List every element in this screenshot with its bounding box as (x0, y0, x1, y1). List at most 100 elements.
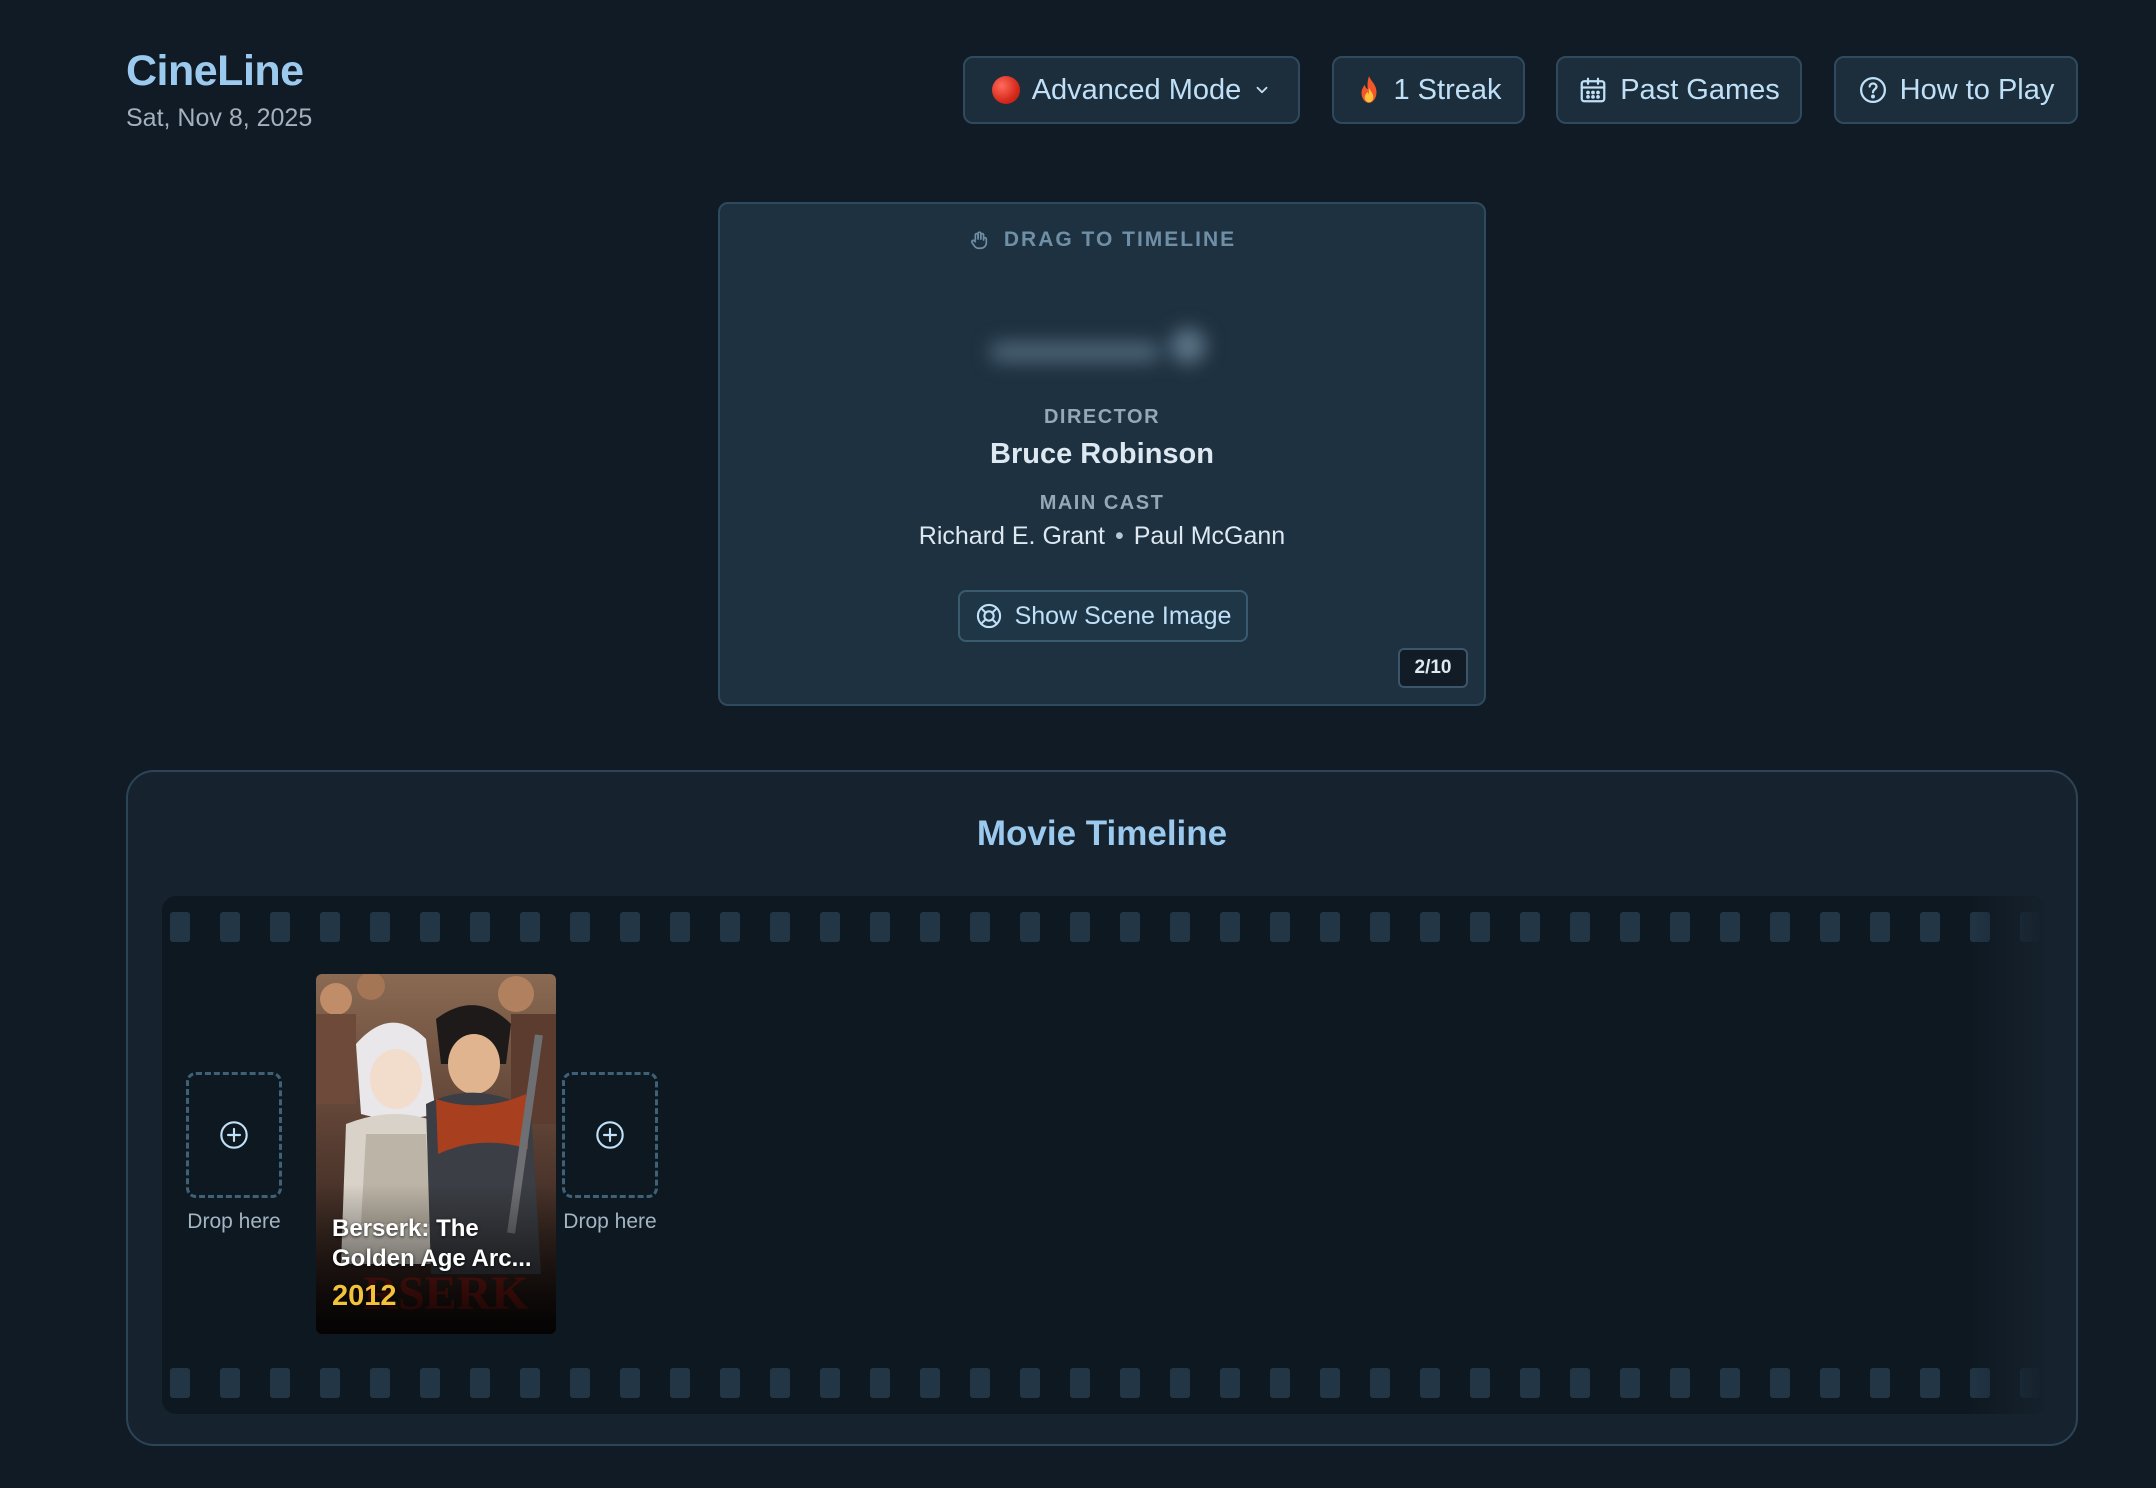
app-title[interactable]: CineLine (126, 46, 312, 96)
main-cast-label: MAIN CAST (1039, 492, 1165, 514)
film-perforation (1970, 912, 1990, 942)
film-perforation (1570, 912, 1590, 942)
film-perforation (1770, 912, 1790, 942)
film-perforation (1670, 1368, 1690, 1398)
film-perforation (1920, 912, 1940, 942)
round-counter-badge: 2/10 (1398, 648, 1468, 688)
calendar-icon (1578, 75, 1608, 105)
film-perforation (470, 1368, 490, 1398)
film-perforation (1620, 912, 1640, 942)
film-perforation (520, 1368, 540, 1398)
film-perforation (420, 1368, 440, 1398)
drop-slot[interactable]: Drop here (186, 1072, 282, 1234)
film-perforation (1520, 912, 1540, 942)
brand: CineLine Sat, Nov 8, 2025 (126, 46, 312, 134)
lifebuoy-icon (975, 602, 1003, 630)
red-circle-icon (991, 76, 1020, 104)
film-perforations-bottom (170, 1368, 2040, 1398)
film-perforation (720, 912, 740, 942)
film-perforation (1520, 1368, 1540, 1398)
cast-member: Richard E. Grant (918, 522, 1105, 550)
game-date: Sat, Nov 8, 2025 (126, 104, 313, 132)
hand-grab-icon (968, 229, 990, 251)
drop-zone[interactable] (562, 1072, 658, 1198)
chevron-down-icon (1253, 81, 1271, 99)
cast-member: Paul McGann (1133, 522, 1286, 550)
film-perforation (1570, 1368, 1590, 1398)
film-perforation (470, 912, 490, 942)
film-perforation (1470, 1368, 1490, 1398)
film-perforation (1020, 1368, 1040, 1398)
film-perforation (770, 912, 790, 942)
timeline-movie-card[interactable]: RSERK Berserk: The Golden Age Arc... 201… (316, 974, 556, 1334)
film-perforation (1170, 1368, 1190, 1398)
movie-year: 2012 (332, 1280, 397, 1312)
film-perforation (370, 912, 390, 942)
film-perforation (1320, 912, 1340, 942)
film-perforation (1770, 1368, 1790, 1398)
past-games-label: Past Games (1620, 73, 1780, 106)
mode-dropdown-button[interactable]: Advanced Mode (963, 56, 1300, 124)
director-name: Bruce Robinson (990, 438, 1214, 470)
film-perforation (1070, 1368, 1090, 1398)
film-perforation (820, 912, 840, 942)
plus-circle-icon (218, 1119, 250, 1151)
how-to-play-button[interactable]: How to Play (1834, 56, 2078, 124)
film-perforation (1870, 1368, 1890, 1398)
film-perforation (170, 912, 190, 942)
drop-slot[interactable]: Drop here (562, 1072, 658, 1234)
film-perforation (320, 1368, 340, 1398)
film-perforation (370, 1368, 390, 1398)
film-perforation (1170, 912, 1190, 942)
streak-button[interactable]: 1 Streak (1332, 56, 1525, 124)
film-perforation (720, 1368, 740, 1398)
film-perforation (1970, 1368, 1990, 1398)
show-scene-image-label: Show Scene Image (1014, 601, 1232, 630)
mystery-movie-card[interactable]: DRAG TO TIMELINE DIRECTOR Bruce Robinson… (718, 202, 1486, 706)
film-perforation (1720, 912, 1740, 942)
film-perforation (670, 912, 690, 942)
film-perforation (1820, 912, 1840, 942)
show-scene-image-button[interactable]: Show Scene Image (958, 590, 1248, 642)
film-perforation (1120, 1368, 1140, 1398)
film-perforation (1320, 1368, 1340, 1398)
film-perforation (1420, 1368, 1440, 1398)
past-games-button[interactable]: Past Games (1556, 56, 1802, 124)
film-perforation (1420, 912, 1440, 942)
film-perforation (970, 912, 990, 942)
film-perforation (770, 1368, 790, 1398)
filmstrip[interactable]: Drop here Berserk: The Golden Age Arc...… (162, 896, 2046, 1414)
film-perforation (270, 912, 290, 942)
film-perforation (220, 912, 240, 942)
plus-circle-icon (594, 1119, 626, 1151)
film-perforation (1620, 1368, 1640, 1398)
page: CineLine Sat, Nov 8, 2025 Advanced Mode … (0, 0, 2156, 1488)
film-perforation (2020, 1368, 2040, 1398)
film-perforation (1820, 1368, 1840, 1398)
film-perforation (520, 912, 540, 942)
film-perforation (320, 912, 340, 942)
film-perforation (420, 912, 440, 942)
drop-zone[interactable] (186, 1072, 282, 1198)
film-perforation (1470, 912, 1490, 942)
how-to-play-label: How to Play (1899, 73, 2055, 106)
film-perforation (1220, 1368, 1240, 1398)
film-perforations-top (170, 912, 2040, 942)
film-perforation (1370, 912, 1390, 942)
film-perforation (1870, 912, 1890, 942)
film-perforation (1270, 912, 1290, 942)
film-perforation (570, 1368, 590, 1398)
movie-timeline-panel: Movie Timeline Drop here Berserk: The Go… (126, 770, 2078, 1446)
drag-hint-label: DRAG TO TIMELINE (1003, 228, 1237, 251)
film-perforation (1120, 912, 1140, 942)
film-perforation (870, 912, 890, 942)
film-perforation (170, 1368, 190, 1398)
film-perforation (570, 912, 590, 942)
film-perforation (1270, 1368, 1290, 1398)
drag-hint: DRAG TO TIMELINE (720, 228, 1484, 252)
drop-here-label: Drop here (187, 1210, 281, 1233)
fire-icon (1356, 75, 1382, 105)
film-perforation (620, 1368, 640, 1398)
director-label: DIRECTOR (1043, 406, 1161, 428)
film-perforation (670, 1368, 690, 1398)
